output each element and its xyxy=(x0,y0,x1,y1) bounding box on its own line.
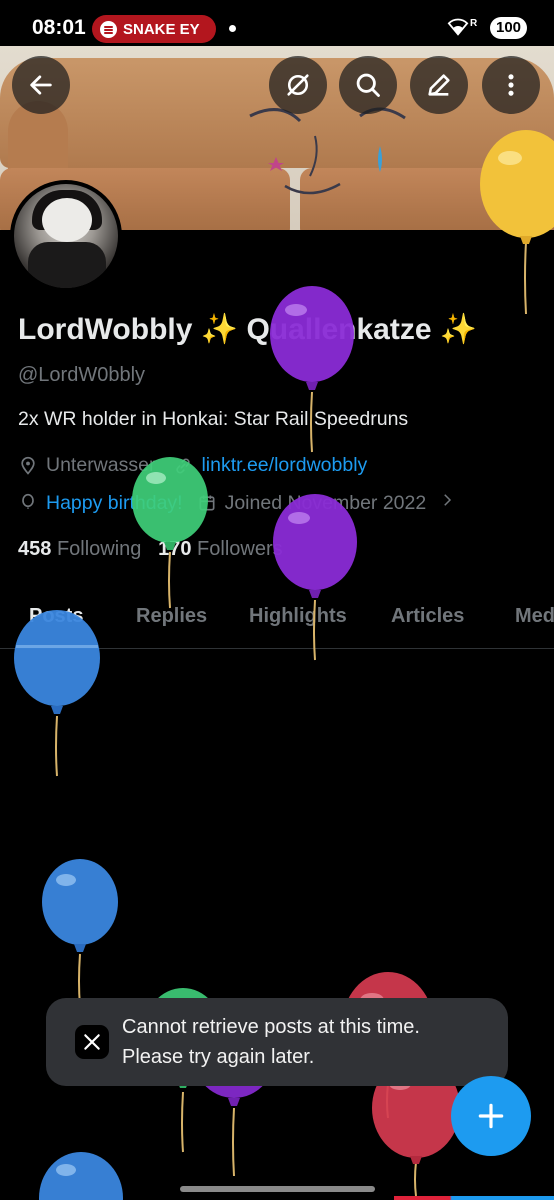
profile-name: LordWobbly ✨ Quallenkatze ✨ xyxy=(18,313,478,346)
toast-line-2: Please try again later. xyxy=(122,1046,315,1068)
followers-count: 170 xyxy=(158,538,192,560)
following-link[interactable]: 458 Following xyxy=(18,538,141,560)
profile-joined: Joined November 2022 xyxy=(224,491,427,514)
more-icon xyxy=(508,74,514,96)
notification-dot xyxy=(229,25,236,32)
signal-icon: R xyxy=(470,18,478,29)
grok-icon xyxy=(287,74,309,96)
profile-meta-row-1: Unterwasser linktr.ee/lordwobbly xyxy=(18,454,367,477)
location-icon xyxy=(18,456,38,476)
profile-meta-row-2: Happy birthday! Joined November 2022 xyxy=(18,491,456,515)
followers-link[interactable]: 170 Followers xyxy=(158,538,283,560)
grok-button[interactable] xyxy=(269,56,327,114)
avatar-image xyxy=(14,184,118,288)
status-time: 08:01 xyxy=(32,16,86,39)
follow-stats: 458 Following 170 Followers xyxy=(18,538,283,561)
more-button[interactable] xyxy=(482,56,540,114)
link-icon xyxy=(173,456,193,476)
now-playing-pill[interactable]: SNAKE EY xyxy=(92,15,216,43)
following-count: 458 xyxy=(18,538,52,560)
battery-indicator: 100 xyxy=(490,17,528,39)
compose-button[interactable] xyxy=(451,1076,531,1156)
tab-replies[interactable]: Replies xyxy=(136,605,207,628)
plus-icon xyxy=(478,1103,504,1129)
profile-link[interactable]: linktr.ee/lordwobbly xyxy=(201,454,367,477)
calendar-icon xyxy=(197,493,217,513)
edit-icon xyxy=(428,74,450,96)
balloon-green-1 xyxy=(132,457,208,609)
error-toast: Cannot retrieve posts at this time. Plea… xyxy=(46,998,508,1086)
tab-media[interactable]: Media xyxy=(515,605,554,628)
tab-articles[interactable]: Articles xyxy=(391,605,464,628)
now-playing-text: SNAKE EY xyxy=(123,20,200,38)
bottom-nav-edge xyxy=(394,1196,554,1200)
profile-birthday[interactable]: Happy birthday! xyxy=(46,492,183,515)
toast-message: Cannot retrieve posts at this time. Plea… xyxy=(122,1012,420,1072)
status-bar: 08:01 SNAKE EY R 100 xyxy=(0,0,554,46)
tab-posts[interactable]: Posts xyxy=(29,605,83,628)
x-logo-icon xyxy=(75,1025,109,1059)
followers-label: Followers xyxy=(197,538,283,560)
balloon-blue-2 xyxy=(42,859,118,1007)
following-label: Following xyxy=(56,538,142,560)
tab-highlights[interactable]: Highlights xyxy=(249,605,347,628)
balloon-blue-3 xyxy=(39,1152,123,1200)
search-icon xyxy=(356,73,380,97)
home-indicator[interactable] xyxy=(180,1186,375,1192)
toast-line-1: Cannot retrieve posts at this time. xyxy=(122,1016,420,1038)
balloon-icon xyxy=(18,493,38,513)
profile-location: Unterwasser xyxy=(46,454,156,476)
avatar[interactable] xyxy=(10,180,122,292)
back-button[interactable] xyxy=(12,56,70,114)
chevron-right-icon[interactable] xyxy=(438,491,456,515)
edit-button[interactable] xyxy=(410,56,468,114)
search-button[interactable] xyxy=(339,56,397,114)
spotify-icon xyxy=(100,20,117,38)
profile-tabs: Posts Replies Highlights Articles Media xyxy=(0,597,554,649)
back-arrow-icon xyxy=(30,75,52,95)
profile-handle: @LordW0bbly xyxy=(18,364,146,386)
profile-bio: 2x WR holder in Honkai: Star Rail Speedr… xyxy=(18,408,409,430)
wifi-icon xyxy=(447,18,469,36)
